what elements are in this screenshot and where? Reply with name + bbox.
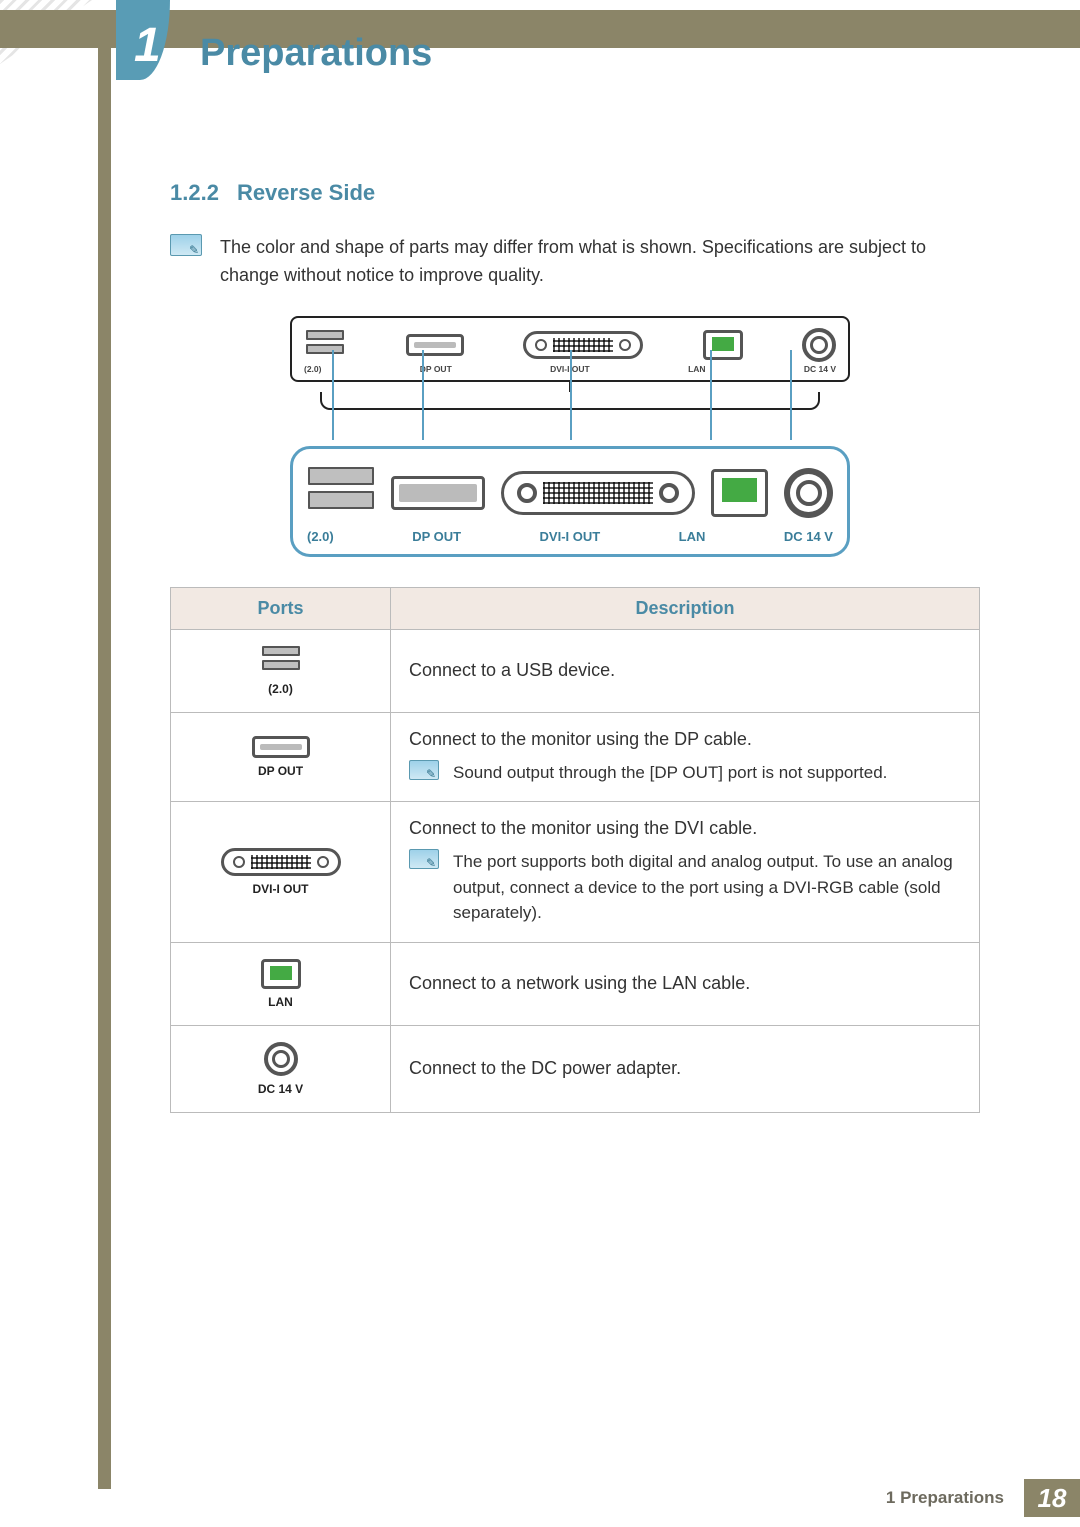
zoom-label-dp: DP OUT bbox=[412, 529, 461, 544]
note-icon bbox=[409, 760, 439, 780]
dc-port-icon bbox=[784, 468, 833, 518]
callout-lines bbox=[290, 410, 850, 444]
usb-port-icon bbox=[304, 330, 346, 360]
mini-label-dc: DC 14 V bbox=[804, 364, 836, 374]
port-cell-dvi: DVI-I OUT bbox=[171, 802, 391, 943]
dc-port-icon bbox=[264, 1042, 298, 1076]
port-description: Connect to a USB device. bbox=[391, 629, 980, 712]
port-cell-dc: DC 14 V bbox=[171, 1025, 391, 1112]
ports-table: Ports Description (2.0) Connect to a USB… bbox=[170, 587, 980, 1113]
zoom-panel: (2.0) DP OUT DVI-I OUT LAN DC 14 V bbox=[290, 446, 850, 557]
port-cell-lan: LAN bbox=[171, 942, 391, 1025]
mini-label-dp: DP OUT bbox=[420, 364, 452, 374]
port-description: Connect to the monitor using the DP cabl… bbox=[391, 712, 980, 802]
section-number: 1.2.2 bbox=[170, 180, 219, 205]
port-caption: (2.0) bbox=[189, 682, 372, 696]
table-row: DVI-I OUT Connect to the monitor using t… bbox=[171, 802, 980, 943]
note-text: Sound output through the [DP OUT] port i… bbox=[453, 760, 887, 786]
lan-port-icon bbox=[711, 469, 768, 517]
port-caption: LAN bbox=[189, 995, 372, 1009]
mini-label-lan: LAN bbox=[688, 364, 705, 374]
dp-out-port-icon bbox=[406, 334, 464, 356]
port-description: Connect to the DC power adapter. bbox=[391, 1025, 980, 1112]
dp-out-port-icon bbox=[391, 476, 485, 510]
table-row: DP OUT Connect to the monitor using the … bbox=[171, 712, 980, 802]
dp-out-port-icon bbox=[252, 736, 310, 758]
zoom-label-lan: LAN bbox=[679, 529, 706, 544]
content-area: 1.2.2 Reverse Side The color and shape of… bbox=[170, 180, 980, 1113]
section-title: Reverse Side bbox=[237, 180, 375, 205]
table-row: DC 14 V Connect to the DC power adapter. bbox=[171, 1025, 980, 1112]
table-row: LAN Connect to a network using the LAN c… bbox=[171, 942, 980, 1025]
zoom-port-labels: (2.0) DP OUT DVI-I OUT LAN DC 14 V bbox=[307, 529, 833, 544]
description-text: Connect to a USB device. bbox=[409, 660, 961, 681]
description-text: Connect to the monitor using the DVI cab… bbox=[409, 818, 961, 839]
page-title: Preparations bbox=[200, 32, 432, 75]
ports-header: Ports bbox=[171, 587, 391, 629]
description-text: Connect to a network using the LAN cable… bbox=[409, 973, 961, 994]
table-row: (2.0) Connect to a USB device. bbox=[171, 629, 980, 712]
port-description: Connect to the monitor using the DVI cab… bbox=[391, 802, 980, 943]
port-caption: DC 14 V bbox=[189, 1082, 372, 1096]
zoom-label-dvi: DVI-I OUT bbox=[540, 529, 601, 544]
port-cell-dp: DP OUT bbox=[171, 712, 391, 802]
mini-label-usb: (2.0) bbox=[304, 364, 321, 374]
dc-port-icon bbox=[802, 328, 836, 362]
description-note: The port supports both digital and analo… bbox=[409, 849, 961, 926]
usb-port-icon bbox=[260, 646, 302, 676]
sidebar-stripe bbox=[98, 48, 111, 1489]
dvi-i-out-port-icon bbox=[501, 471, 696, 515]
description-text: Connect to the monitor using the DP cabl… bbox=[409, 729, 961, 750]
zoom-port-row bbox=[307, 467, 833, 519]
port-caption: DP OUT bbox=[189, 764, 372, 778]
chapter-number: 1 bbox=[134, 18, 161, 73]
lan-port-icon bbox=[261, 959, 301, 989]
note-icon bbox=[170, 234, 202, 256]
footer-breadcrumb: 1 Preparations bbox=[866, 1479, 1024, 1517]
dvi-i-out-port-icon bbox=[523, 331, 643, 359]
note-text: The port supports both digital and analo… bbox=[453, 849, 961, 926]
page-number: 18 bbox=[1024, 1479, 1080, 1517]
note-icon bbox=[409, 849, 439, 869]
section-heading: 1.2.2 Reverse Side bbox=[170, 180, 980, 206]
footer: 1 Preparations 18 bbox=[0, 1479, 1080, 1517]
description-note: Sound output through the [DP OUT] port i… bbox=[409, 760, 961, 786]
dvi-i-out-port-icon bbox=[221, 848, 341, 876]
zoom-label-dc: DC 14 V bbox=[784, 529, 833, 544]
intro-note-text: The color and shape of parts may differ … bbox=[220, 234, 980, 290]
port-description: Connect to a network using the LAN cable… bbox=[391, 942, 980, 1025]
lan-port-icon bbox=[703, 330, 743, 360]
port-cell-usb: (2.0) bbox=[171, 629, 391, 712]
usb-port-icon bbox=[307, 467, 375, 519]
description-header: Description bbox=[391, 587, 980, 629]
reverse-side-diagram: (2.0) DP OUT DVI-I OUT LAN DC 14 V (2.0) bbox=[290, 316, 850, 557]
description-text: Connect to the DC power adapter. bbox=[409, 1058, 961, 1079]
port-caption: DVI-I OUT bbox=[189, 882, 372, 896]
intro-note: The color and shape of parts may differ … bbox=[170, 234, 980, 290]
zoom-label-usb: (2.0) bbox=[307, 529, 334, 544]
